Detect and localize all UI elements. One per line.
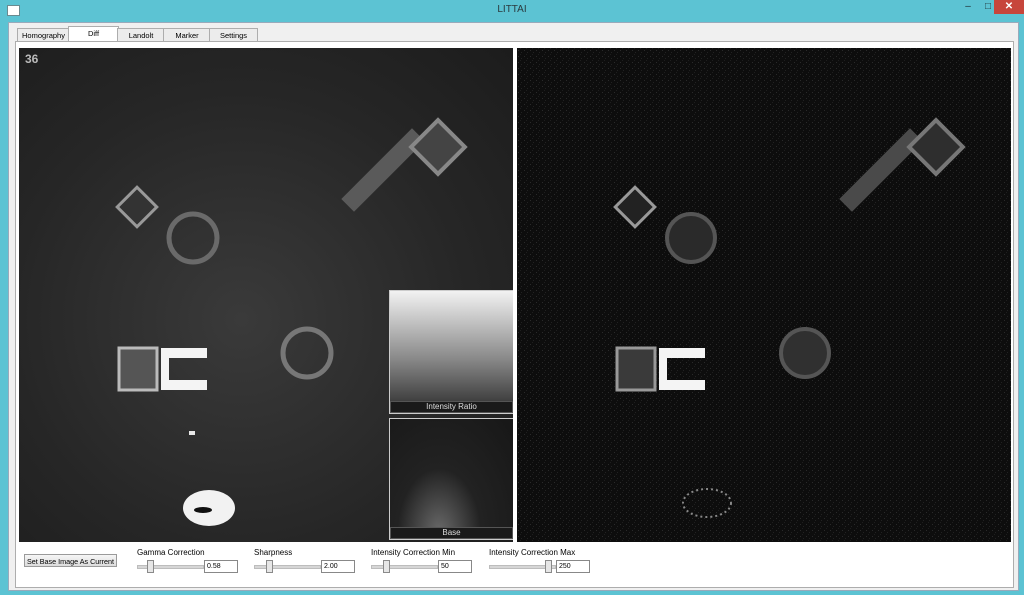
diff-landolt-ring-2 xyxy=(779,327,831,379)
small-marker xyxy=(115,185,159,229)
title-bar[interactable]: LITTAI – □ ✕ xyxy=(0,0,1024,22)
close-button[interactable]: ✕ xyxy=(994,0,1024,14)
intensity-ratio-label: Intensity Ratio xyxy=(390,401,513,413)
u-shape-bright xyxy=(161,348,207,390)
intensity-ratio-preview: Intensity Ratio xyxy=(389,290,513,414)
close-icon: ✕ xyxy=(1004,1,1014,12)
client-area: Homography Diff Landolt Marker Settings xyxy=(8,22,1019,591)
diff-u-marker xyxy=(615,346,657,392)
maximize-icon: □ xyxy=(984,1,992,12)
base-label: Base xyxy=(390,527,513,539)
frame-number: 36 xyxy=(25,52,39,66)
gamma-correction-label: Gamma Correction xyxy=(137,548,205,557)
gamma-correction-control: Gamma Correction 0.58 xyxy=(137,546,247,584)
diff-image xyxy=(517,48,1011,542)
control-bar: Set Base Image As Current Gamma Correcti… xyxy=(16,544,1013,586)
sharpness-label: Sharpness xyxy=(254,548,293,557)
intensity-min-value[interactable]: 50 xyxy=(438,560,472,573)
sharpness-value[interactable]: 2.00 xyxy=(321,560,355,573)
landolt-ring-1 xyxy=(166,211,220,265)
minimize-icon: – xyxy=(965,1,971,12)
intensity-max-control: Intensity Correction Max 250 xyxy=(489,546,599,584)
current-camera-image: 36 Intensity Ratio Base xyxy=(19,48,513,542)
base-image-preview: Base xyxy=(389,418,513,540)
intensity-min-slider[interactable] xyxy=(371,565,438,569)
light-spot xyxy=(189,431,195,435)
intensity-min-slider-thumb[interactable] xyxy=(383,560,390,573)
gamma-correction-value[interactable]: 0.58 xyxy=(204,560,238,573)
landolt-ring-2 xyxy=(280,326,334,380)
intensity-min-control: Intensity Correction Min 50 xyxy=(371,546,481,584)
sharpness-slider-thumb[interactable] xyxy=(266,560,273,573)
app-window: LITTAI – □ ✕ Homography Diff Landolt Mar… xyxy=(0,0,1024,595)
sharpness-slider[interactable] xyxy=(254,565,321,569)
intensity-min-label: Intensity Correction Min xyxy=(371,548,456,557)
minimize-button[interactable]: – xyxy=(958,0,978,14)
intensity-max-slider-thumb[interactable] xyxy=(545,560,552,573)
diff-landolt-ring-1 xyxy=(665,212,717,264)
diff-scene xyxy=(517,48,1011,542)
gamma-correction-slider-thumb[interactable] xyxy=(147,560,154,573)
sharpness-control: Sharpness 2.00 xyxy=(254,546,364,584)
marker-square xyxy=(408,117,468,177)
diff-tab-panel: 36 Intensity Ratio Base Set Base Image A… xyxy=(15,41,1014,588)
u-marker xyxy=(117,346,159,392)
intensity-max-label: Intensity Correction Max xyxy=(489,548,576,557)
blob-shadow xyxy=(194,507,212,513)
marker-bar xyxy=(341,128,425,212)
intensity-max-value[interactable]: 250 xyxy=(556,560,590,573)
window-title: LITTAI xyxy=(497,4,527,15)
set-base-image-button[interactable]: Set Base Image As Current xyxy=(24,554,117,567)
